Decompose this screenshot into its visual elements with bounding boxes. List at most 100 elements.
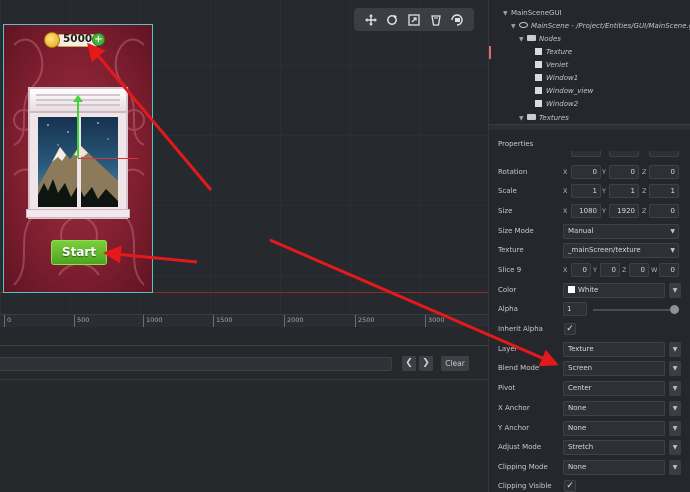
chevron-down-icon[interactable]: ▼: [511, 20, 519, 33]
inherit-alpha-checkbox[interactable]: ✓: [564, 323, 576, 335]
prop-alpha: Alpha 1: [498, 302, 688, 318]
axis-label: Z: [642, 207, 647, 215]
tree-item-root[interactable]: ▼ MainSceneGUI: [503, 7, 562, 20]
size-x-field[interactable]: 1080: [571, 204, 601, 218]
move-icon[interactable]: [363, 12, 379, 28]
clipping-mode-dropdown-button[interactable]: ▼: [669, 460, 681, 475]
next-result-button[interactable]: ❯: [419, 356, 433, 371]
gizmo-x-axis[interactable]: [78, 158, 138, 159]
scale-x-field[interactable]: 1: [571, 184, 601, 198]
axis-label: Y: [602, 207, 606, 215]
color-value: White: [578, 286, 599, 294]
folder-icon: [527, 35, 536, 41]
color-field[interactable]: White: [563, 283, 665, 298]
add-coins-button[interactable]: +: [92, 33, 105, 46]
gizmo-y-arrowhead: [73, 95, 83, 102]
tree-item-node[interactable]: Window_view: [535, 85, 593, 98]
slice9-y-field[interactable]: 0: [600, 263, 620, 277]
alpha-slider-knob[interactable]: [670, 305, 679, 314]
cutoff-field: [649, 151, 679, 157]
size-y-field[interactable]: 1920: [609, 204, 639, 218]
blend-mode-select[interactable]: Screen: [563, 361, 665, 376]
select-value: Center: [568, 384, 592, 392]
clear-button[interactable]: Clear: [441, 356, 469, 371]
select-value: Texture: [568, 345, 594, 353]
axis-label: Y: [602, 187, 606, 195]
tree-item-node[interactable]: Window1: [535, 72, 578, 85]
camera-icon[interactable]: [449, 12, 465, 28]
console-search-input[interactable]: [0, 357, 392, 371]
scale-y-field[interactable]: 1: [609, 184, 639, 198]
scene-viewport[interactable]: 5000 + Start 0 500 1000 1500 2000 2500 3…: [0, 0, 488, 328]
size-z-field[interactable]: 0: [649, 204, 679, 218]
window-sill: [26, 209, 130, 218]
slice9-x-field[interactable]: 0: [571, 263, 591, 277]
gizmo-y-axis[interactable]: [77, 98, 79, 158]
prop-label: Scale: [498, 187, 517, 195]
tree-item-node[interactable]: Texture: [535, 46, 572, 59]
prop-texture: Texture _mainScreen/texture ▼: [498, 243, 688, 259]
color-picker-button[interactable]: ▼: [669, 283, 681, 298]
blend-mode-dropdown-button[interactable]: ▼: [669, 361, 681, 376]
prop-label: Alpha: [498, 305, 518, 313]
pivot-select[interactable]: Center: [563, 381, 665, 396]
console-panel: ❮ ❯ Clear: [0, 327, 488, 492]
select-value: None: [568, 404, 587, 412]
adjust-mode-dropdown-button[interactable]: ▼: [669, 440, 681, 455]
prop-pivot: Pivot Center ▼: [498, 381, 688, 397]
axis-label: Z: [642, 168, 647, 176]
axis-label: X: [563, 168, 568, 176]
prop-inherit-alpha: Inherit Alpha ✓: [498, 322, 688, 338]
x-anchor-select[interactable]: None: [563, 401, 665, 416]
chevron-down-icon[interactable]: ▼: [503, 7, 511, 20]
y-anchor-select[interactable]: None: [563, 421, 665, 436]
game-canvas[interactable]: 5000 + Start: [3, 24, 153, 293]
cutoff-field: [609, 151, 639, 157]
axis-label: X: [563, 187, 568, 195]
tree-item-nodes[interactable]: ▼ Nodes: [519, 33, 561, 46]
scale-z-field[interactable]: 1: [649, 184, 679, 198]
size-mode-select[interactable]: Manual ▼: [563, 224, 679, 239]
prop-x-anchor: X Anchor None ▼: [498, 401, 688, 417]
texture-select[interactable]: _mainScreen/texture ▼: [563, 243, 679, 258]
tree-item-node[interactable]: Veniet: [535, 59, 568, 72]
x-anchor-dropdown-button[interactable]: ▼: [669, 401, 681, 416]
prop-label: Layer: [498, 345, 518, 353]
prop-label: X Anchor: [498, 404, 530, 412]
coin-value: 5000: [63, 33, 93, 45]
layer-dropdown-button[interactable]: ▼: [669, 342, 681, 357]
axis-label: X: [563, 207, 568, 215]
rotation-x-field[interactable]: 0: [571, 165, 601, 179]
clipping-mode-select[interactable]: None: [563, 460, 665, 475]
tree-item-label: Window_view: [546, 87, 594, 95]
chevron-down-icon[interactable]: ▼: [519, 33, 527, 46]
panel-splitter[interactable]: [489, 124, 690, 130]
y-anchor-dropdown-button[interactable]: ▼: [669, 421, 681, 436]
prop-size-mode: Size Mode Manual ▼: [498, 224, 688, 240]
previous-result-button[interactable]: ❮: [402, 356, 416, 371]
pivot-dropdown-button[interactable]: ▼: [669, 381, 681, 396]
prop-y-anchor: Y Anchor None ▼: [498, 421, 688, 437]
tree-item-scene[interactable]: ▼ MainScene - /Project/Entities/GUI/MainS…: [511, 20, 690, 33]
rotation-z-field[interactable]: 0: [649, 165, 679, 179]
slice9-z-field[interactable]: 0: [629, 263, 649, 277]
layer-select[interactable]: Texture: [563, 342, 665, 357]
tree-item-node[interactable]: Window2: [535, 98, 578, 111]
alpha-slider-track[interactable]: [593, 309, 673, 311]
box-node-icon: [535, 74, 542, 81]
rotation-y-field[interactable]: 0: [609, 165, 639, 179]
clipping-visible-checkbox[interactable]: ✓: [564, 480, 576, 492]
adjust-mode-select[interactable]: Stretch: [563, 440, 665, 455]
prop-label: Pivot: [498, 384, 516, 392]
visibility-icon[interactable]: [428, 12, 444, 28]
select-value: _mainScreen/texture: [568, 246, 641, 254]
alpha-field[interactable]: 1: [563, 302, 587, 316]
eye-icon[interactable]: [519, 22, 528, 28]
start-button[interactable]: Start: [51, 240, 107, 265]
scene-toolbar: [354, 8, 474, 31]
scale-icon[interactable]: [406, 12, 422, 28]
prop-blend-mode: Blend Mode Screen ▼: [498, 361, 688, 377]
rotate-icon[interactable]: [384, 12, 400, 28]
slice9-w-field[interactable]: 0: [659, 263, 679, 277]
console-separator: [0, 379, 488, 380]
